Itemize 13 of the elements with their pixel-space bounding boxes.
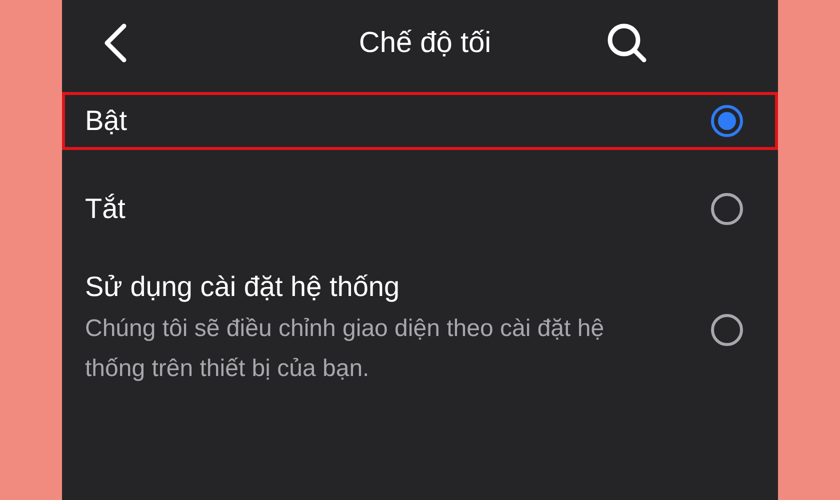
option-row[interactable]: Sử dụng cài đặt hệ thống Chúng tôi sẽ điều chỉnh giao diện theo cài đặt hệ thống trên thiết bị của bạn. <box>62 268 778 392</box>
radio-button[interactable] <box>711 105 743 137</box>
option-row[interactable]: Tắt <box>62 180 778 238</box>
option-label: Sử dụng cài đặt hệ thống <box>85 271 401 303</box>
radio-button[interactable] <box>711 314 743 346</box>
radio-button[interactable] <box>711 193 743 225</box>
search-icon[interactable] <box>606 22 648 64</box>
back-icon[interactable] <box>102 23 128 63</box>
page-title: Chế độ tối <box>358 26 492 60</box>
option-row[interactable]: Bật <box>62 92 778 150</box>
option-label: Tắt <box>85 193 126 225</box>
option-label: Bật <box>85 105 128 137</box>
option-description: Chúng tôi sẽ điều chỉnh giao diện theo cài đặt hệ thống trên thiết bị của bạn. <box>85 314 606 384</box>
